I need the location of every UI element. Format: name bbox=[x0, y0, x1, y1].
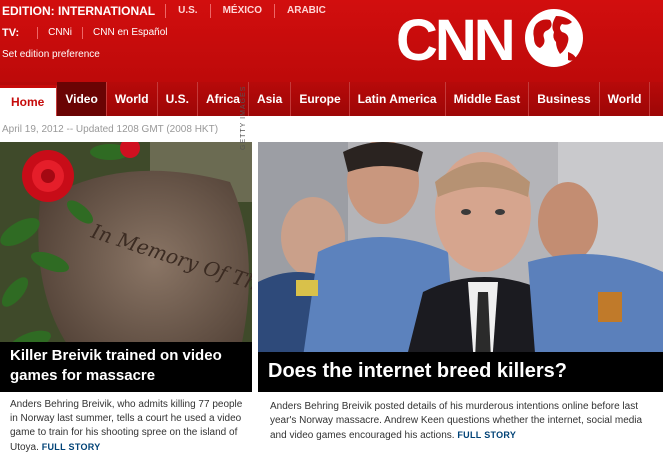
nav-latin-america[interactable]: Latin America bbox=[350, 82, 446, 116]
nav-us[interactable]: U.S. bbox=[158, 82, 198, 116]
nav-world[interactable]: World bbox=[107, 82, 158, 116]
tv-cnni-link[interactable]: CNNi bbox=[37, 27, 82, 39]
nav-business[interactable]: Business bbox=[529, 82, 600, 116]
edition-preference-link[interactable]: Set edition preference bbox=[2, 49, 100, 60]
cnn-logo-icon: CNN bbox=[396, 8, 583, 73]
main-nav: Home Video World U.S. Africa Asia Europe… bbox=[0, 82, 663, 116]
nav-asia[interactable]: Asia bbox=[249, 82, 292, 116]
story-right-headline-box[interactable]: Does the internet breed killers? bbox=[258, 352, 663, 392]
svg-text:CNN: CNN bbox=[396, 8, 513, 73]
nav-middle-east[interactable]: Middle East bbox=[446, 82, 530, 116]
dateline: April 19, 2012 -- Updated 1208 GMT (2008… bbox=[2, 124, 219, 135]
photo-credit: GETTY IMAGES bbox=[240, 85, 247, 150]
tv-cnn-espanol-link[interactable]: CNN en Español bbox=[82, 27, 177, 39]
site-header: EDITION: INTERNATIONAL U.S. MÉXICO ARABI… bbox=[0, 0, 663, 82]
story-left-headline[interactable]: Killer Breivik trained on video games fo… bbox=[10, 346, 245, 386]
cnn-logo[interactable]: CNN bbox=[394, 4, 584, 74]
story-right-full-story-link[interactable]: FULL STORY bbox=[457, 430, 516, 440]
story-right-summary: Anders Behring Breivik posted details of… bbox=[270, 400, 660, 443]
nav-home[interactable]: Home bbox=[0, 85, 58, 116]
story-left-summary: Anders Behring Breivik, who admits killi… bbox=[10, 398, 250, 455]
story-left-headline-box[interactable]: Killer Breivik trained on video games fo… bbox=[0, 342, 252, 392]
edition-row: EDITION: INTERNATIONAL U.S. MÉXICO ARABI… bbox=[0, 0, 338, 22]
edition-label: EDITION: INTERNATIONAL bbox=[2, 4, 156, 18]
nav-europe[interactable]: Europe bbox=[291, 82, 350, 116]
tv-row: TV: CNNi CNN en Español bbox=[0, 24, 178, 42]
edition-us-link[interactable]: U.S. bbox=[165, 4, 209, 18]
nav-video[interactable]: Video bbox=[57, 82, 107, 116]
nav-world-sport[interactable]: World bbox=[600, 82, 651, 116]
story-right-headline[interactable]: Does the internet breed killers? bbox=[268, 358, 567, 384]
edition-mexico-link[interactable]: MÉXICO bbox=[209, 4, 274, 18]
tv-label: TV: bbox=[2, 27, 20, 39]
edition-arabic-link[interactable]: ARABIC bbox=[274, 4, 338, 18]
story-left-full-story-link[interactable]: FULL STORY bbox=[42, 442, 101, 452]
